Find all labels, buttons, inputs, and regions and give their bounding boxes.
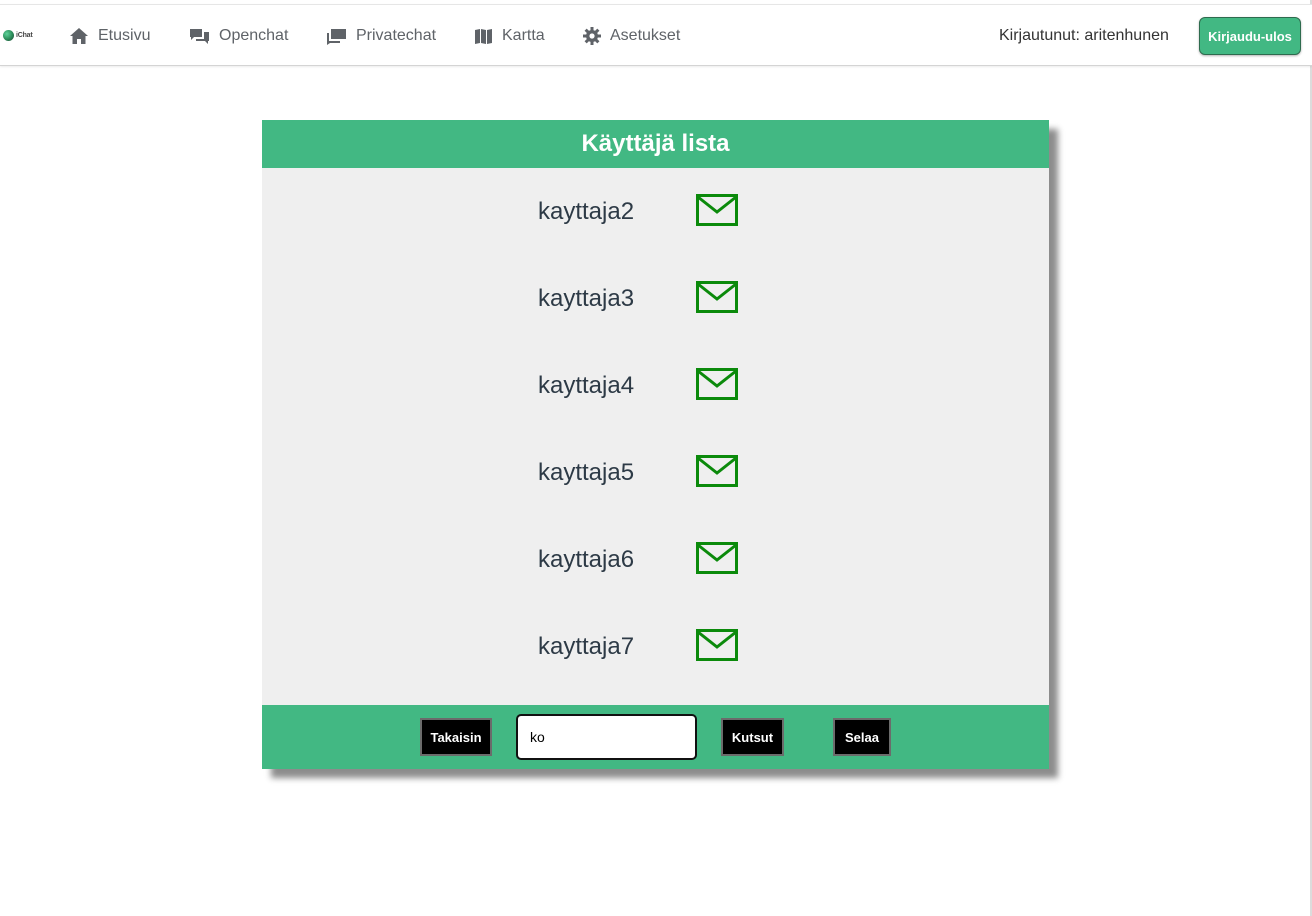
back-button[interactable]: Takaisin xyxy=(420,718,492,756)
nav-label: Asetukset xyxy=(610,27,681,44)
list-item: kayttaja6 xyxy=(262,540,1049,580)
nav-item-kartta[interactable]: Kartta xyxy=(474,5,545,67)
list-item: kayttaja2 xyxy=(262,192,1049,232)
logo-text: iChat xyxy=(16,31,33,39)
nav-label: Privatechat xyxy=(356,27,437,44)
nav-item-asetukset[interactable]: Asetukset xyxy=(583,5,680,67)
user-name: kayttaja2 xyxy=(538,198,635,225)
top-navbar: iChat Etusivu Openchat Privatechat Kartt… xyxy=(0,4,1312,66)
app-logo[interactable]: iChat xyxy=(3,28,33,42)
user-name: kayttaja3 xyxy=(538,285,635,312)
logged-in-status: Kirjautunut: aritenhunen xyxy=(999,27,1169,44)
list-item: kayttaja3 xyxy=(262,279,1049,319)
list-item: kayttaja7 xyxy=(262,627,1049,667)
user-name: kayttaja4 xyxy=(538,372,635,399)
list-item: kayttaja5 xyxy=(262,453,1049,493)
card-footer: Takaisin Kutsut Selaa xyxy=(262,705,1049,769)
logout-button[interactable]: Kirjaudu-ulos xyxy=(1199,17,1301,55)
user-name: kayttaja7 xyxy=(538,633,635,660)
mail-icon[interactable] xyxy=(696,629,738,661)
card-title: Käyttäjä lista xyxy=(262,120,1049,168)
invites-button[interactable]: Kutsut xyxy=(721,718,784,756)
mail-icon[interactable] xyxy=(696,368,738,400)
logo-globe-icon xyxy=(3,29,14,41)
user-name: kayttaja6 xyxy=(538,546,635,573)
nav-label: Etusivu xyxy=(98,27,151,44)
user-list: kayttaja2 kayttaja3 kayttaja4 kayttaja5 xyxy=(262,168,1049,705)
mail-icon[interactable] xyxy=(696,194,738,226)
nav-item-privatechat[interactable]: Privatechat xyxy=(326,5,436,67)
nav-label: Kartta xyxy=(502,27,545,44)
gear-icon xyxy=(583,27,601,45)
mail-icon[interactable] xyxy=(696,455,738,487)
nav-label: Openchat xyxy=(219,27,289,44)
nav-item-etusivu[interactable]: Etusivu xyxy=(69,5,150,67)
mail-icon[interactable] xyxy=(696,542,738,574)
map-icon xyxy=(475,28,492,44)
browse-button[interactable]: Selaa xyxy=(833,718,891,756)
list-item: kayttaja4 xyxy=(262,366,1049,406)
private-chat-icon xyxy=(327,28,346,45)
mail-icon[interactable] xyxy=(696,281,738,313)
chat-bubbles-icon xyxy=(190,28,209,44)
home-icon xyxy=(70,28,88,44)
user-name: kayttaja5 xyxy=(538,459,635,486)
search-input[interactable] xyxy=(516,714,697,760)
nav-item-openchat[interactable]: Openchat xyxy=(189,5,288,67)
user-list-card: Käyttäjä lista kayttaja2 kayttaja3 kaytt… xyxy=(262,120,1049,769)
